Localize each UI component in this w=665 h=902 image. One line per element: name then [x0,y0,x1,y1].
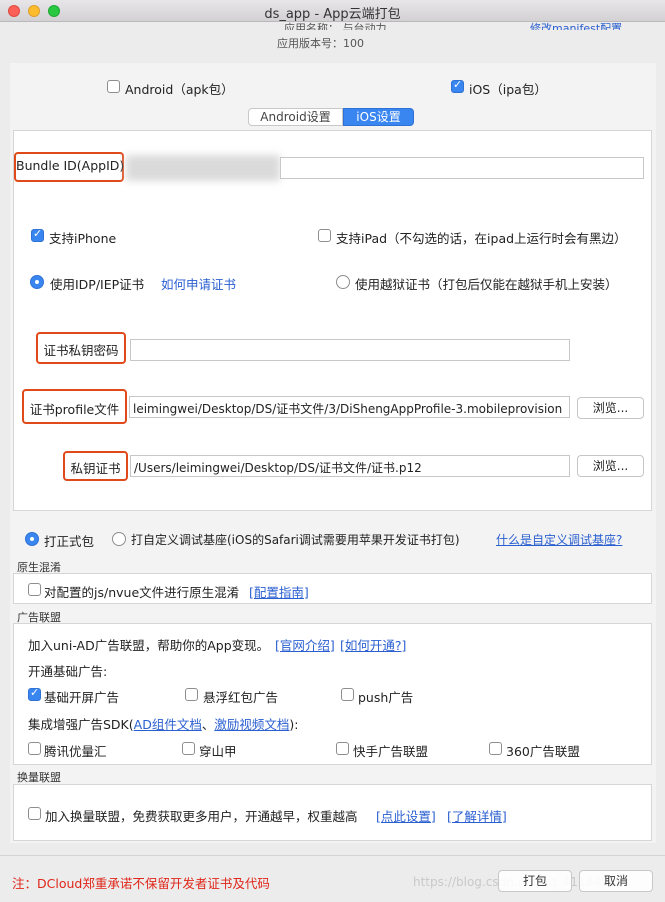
formal-package-label: 打正式包 [44,534,95,549]
push-ad-checkbox[interactable] [341,688,354,701]
use-idp-label: 使用IDP/IEP证书 [50,277,145,292]
splash-ad-label: 基础开屏广告 [44,690,120,705]
custom-base-radio[interactable] [112,532,126,546]
redacted-blur [126,155,280,181]
ads-official-link[interactable]: [官网介绍] [275,635,335,654]
use-jailbreak-radio[interactable] [336,275,350,289]
ios-checkbox[interactable] [451,78,464,93]
how-apply-cert-link[interactable]: 如何申请证书 [161,274,236,293]
exchange-detail-link[interactable]: [了解详情] [447,806,507,825]
profile-label: 证书profile文件 [22,389,127,424]
support-ipad-label: 支持iPad（不勾选的话，在ipad上运行时会有黑边） [336,231,627,246]
cert-password-input[interactable] [130,339,570,361]
ads-join-text: 加入uni-AD广告联盟，帮助你的App变现。 [28,638,270,653]
float-ad-checkbox[interactable] [185,688,198,701]
profile-browse-button[interactable]: 浏览... [577,397,644,419]
footer-notice: 注：DCloud郑重承诺不保留开发者证书及代码 [12,876,270,891]
ad360-checkbox[interactable] [489,742,502,755]
cert-password-label: 证书私钥密码 [36,332,126,364]
private-key-label: 私钥证书 [63,451,128,481]
cancel-button[interactable]: 取消 [579,870,653,892]
csj-ad-label: 穿山甲 [199,744,237,759]
bundle-id-label: Bundle ID(AppID) [14,152,124,182]
exchange-join-checkbox[interactable] [28,807,41,820]
ios-label: iOS（ipa包） [469,82,547,97]
private-key-input[interactable]: /Users/leimingwei/Desktop/DS/证书文件/证书.p12 [130,455,570,477]
window-titlebar: ds_app - App云端打包 [0,0,665,22]
use-idp-radio[interactable] [30,275,44,289]
tab-android-settings[interactable]: Android设置 [248,108,343,126]
formal-package-radio[interactable] [25,532,39,546]
android-label: Android（apk包） [125,82,234,97]
obfuscation-guide-link[interactable]: [配置指南] [249,582,309,601]
custom-base-label: 打自定义调试基座(iOS的Safari调试需要用苹果开发证书打包) [131,533,460,547]
support-iphone-checkbox[interactable] [31,227,44,242]
kuaishou-ad-checkbox[interactable] [336,742,349,755]
app-name-partial: 应用名称： 与台动力 [284,22,387,30]
ads-sdk-suffix: ): [289,717,299,732]
reward-video-doc-link[interactable]: 激励视频文档 [214,717,289,732]
ads-sdk-prefix: 集成增强广告SDK( [28,717,134,732]
tencent-ad-label: 腾讯优量汇 [44,744,107,759]
csj-ad-checkbox[interactable] [182,742,195,755]
tab-ios-settings[interactable]: iOS设置 [343,108,414,126]
exchange-join-label: 加入换量联盟，免费获取更多用户，开通越早，权重越高 [45,809,358,824]
exchange-section-title: 换量联盟 [17,771,61,784]
obfuscation-label: 对配置的js/nvue文件进行原生混淆 [44,585,240,600]
app-version: 应用版本号：100 [277,37,364,50]
splash-ad-checkbox[interactable] [28,686,41,701]
ads-sdk-separator: 、 [201,717,215,732]
pack-button[interactable]: 打包 [498,870,572,892]
edit-manifest-link[interactable]: 修改manifest配置 [530,20,622,30]
bundle-id-input[interactable] [280,157,644,179]
ad360-label: 360广告联盟 [506,744,580,759]
support-ipad-checkbox[interactable] [318,229,331,242]
use-jailbreak-label: 使用越狱证书（打包后仅能在越狱手机上安装） [355,277,618,292]
exchange-settings-link[interactable]: [点此设置] [376,806,436,825]
ads-sdk-title: 集成增强广告SDK(AD组件文档、激励视频文档): [28,714,298,733]
private-key-browse-button[interactable]: 浏览... [577,455,644,477]
ad-component-doc-link[interactable]: AD组件文档 [134,717,202,732]
support-iphone-label: 支持iPhone [49,231,117,246]
ads-how-join-link[interactable]: [如何开通?] [340,635,406,654]
push-ad-label: push广告 [358,690,414,705]
float-ad-label: 悬浮红包广告 [203,690,279,705]
profile-input[interactable]: leimingwei/Desktop/DS/证书文件/3/DiShengAppP… [129,396,570,418]
kuaishou-ad-label: 快手广告联盟 [353,744,429,759]
tencent-ad-checkbox[interactable] [28,742,41,755]
obfuscation-checkbox[interactable] [28,583,41,596]
what-custom-base-link[interactable]: 什么是自定义调试基座? [496,531,622,548]
ads-basic-title: 开通基础广告: [28,664,108,679]
android-checkbox[interactable] [107,80,120,93]
footer-divider [0,855,665,856]
